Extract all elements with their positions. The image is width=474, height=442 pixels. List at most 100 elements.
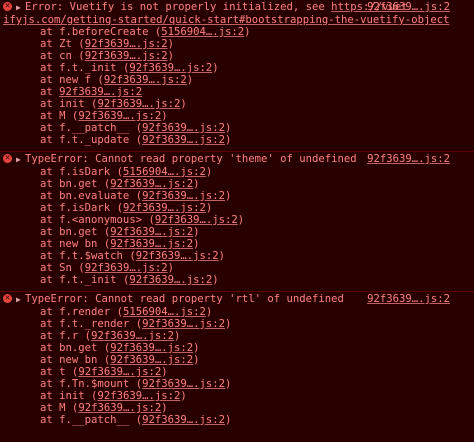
stack-frame-location-link[interactable]: 92f3639….js:2: [142, 190, 225, 202]
stack-frame-location-link[interactable]: 92f3639….js:2: [85, 50, 168, 62]
error-message: ▶ TypeError: Cannot read property 'theme'…: [16, 153, 468, 166]
expand-triangle-icon[interactable]: ▶: [16, 2, 25, 14]
stack-frame: at f.beforeCreate (5156904….js:2): [40, 26, 251, 38]
stack-frame-location-link[interactable]: 92f3639….js:2: [85, 38, 168, 50]
stack-frame-location-link[interactable]: 92f3639….js:2: [110, 342, 193, 354]
stack-frame-at: at: [40, 226, 53, 238]
stack-frame: at f.t._init (92f3639….js:2): [40, 62, 219, 74]
stack-frame-at: at: [40, 62, 53, 74]
stack-frame: at 92f3639….js:2: [16, 86, 468, 98]
stack-frame: at f.t.$watch (92f3639….js:2): [40, 250, 226, 262]
stack-frame-location-link[interactable]: 92f3639….js:2: [110, 238, 193, 250]
stack-frame-location-link[interactable]: 92f3639….js:2: [129, 274, 212, 286]
stack-frame-location-link[interactable]: 92f3639….js:2: [129, 62, 212, 74]
stack-frame-at: at: [40, 178, 53, 190]
stack-frame: at f.<anonymous> (92f3639….js:2): [40, 214, 245, 226]
stack-frame-function: Zt: [59, 38, 72, 50]
error-icon: ✕: [3, 2, 12, 11]
docs-link-continuation: ifyjs.com/getting-started/quick-start#bo…: [3, 14, 468, 26]
stack-frame: at new f (92f3639….js:2): [40, 74, 194, 86]
stack-frame-location-link[interactable]: 5156904….js:2: [161, 26, 244, 38]
stack-frame-location-link[interactable]: 92f3639….js:2: [91, 330, 174, 342]
stack-frame-location-link[interactable]: 92f3639….js:2: [97, 390, 180, 402]
stack-frame-location-link[interactable]: 92f3639….js:2: [78, 402, 161, 414]
error-message-text: TypeError: Cannot read property 'theme' …: [25, 153, 357, 165]
stack-frame-at: at: [40, 98, 53, 110]
stack-frame-location-link[interactable]: 92f3639….js:2: [104, 74, 187, 86]
stack-frame-function: f.t.$watch: [59, 250, 123, 262]
stack-frame-function: cn: [59, 50, 72, 62]
stack-frame-function: f.__patch__: [59, 414, 130, 426]
stack-frame: at M (92f3639….js:2): [40, 402, 168, 414]
stack-frame-at: at: [40, 318, 53, 330]
stack-frame: at bn.get (92f3639….js:2): [40, 178, 200, 190]
stack-frame-function: f.isDark: [59, 202, 111, 214]
stack-frame-at: at: [40, 342, 53, 354]
stack-frame-at: at: [40, 86, 53, 98]
stack-frame-location-link[interactable]: 92f3639….js:2: [136, 250, 219, 262]
stack-frame-location-link[interactable]: 92f3639….js:2: [78, 110, 161, 122]
stack-frame-location-link[interactable]: 92f3639….js:2: [142, 414, 225, 426]
stack-frame-at: at: [40, 354, 53, 366]
stack-frame-function: bn.get: [59, 178, 98, 190]
stack-frame-function: new bn: [59, 238, 98, 250]
stack-frame: at init (92f3639….js:2): [40, 390, 187, 402]
stack-frame-location-link[interactable]: 92f3639….js:2: [85, 262, 168, 274]
stack-frame-at: at: [40, 134, 53, 146]
stack-frame: at f.isDark (5156904….js:2): [40, 166, 213, 178]
source-location-link[interactable]: 92f3639….js:2: [367, 153, 450, 165]
stack-frame-location-link[interactable]: 92f3639….js:2: [155, 214, 238, 226]
console-error-entry: ✕ ▶ TypeError: Cannot read property 'theme…: [0, 151, 474, 291]
stack-frame-location-link[interactable]: 92f3639….js:2: [78, 366, 161, 378]
stack-frame: at f.Tn.$mount (92f3639….js:2): [40, 378, 232, 390]
stack-frame: at Sn (92f3639….js:2): [40, 262, 174, 274]
expand-triangle-icon[interactable]: ▶: [16, 294, 25, 306]
stack-frame-location-link[interactable]: 92f3639….js:2: [110, 226, 193, 238]
stack-frame: at init (92f3639….js:2): [40, 98, 187, 110]
stack-frame-location-link[interactable]: 5156904….js:2: [123, 166, 206, 178]
stack-frame: at f.render (5156904….js:2): [40, 306, 213, 318]
stack-frame-function: f.isDark: [59, 166, 111, 178]
stack-frame-function: f.beforeCreate: [59, 26, 149, 38]
error-message: ▶ Error: Vuetify is not properly initiali…: [16, 1, 468, 14]
stack-frame-location-link[interactable]: 5156904….js:2: [123, 306, 206, 318]
source-location-link[interactable]: 92f3639….js:2: [367, 1, 450, 13]
stack-frame-function: init: [59, 390, 85, 402]
stack-frame-at: at: [40, 330, 53, 342]
stack-frame: at f.__patch__ (92f3639….js:2): [40, 122, 232, 134]
error-message-text: TypeError: Cannot read property 'rtl' of…: [25, 293, 344, 305]
stack-frame-function: f.<anonymous>: [59, 214, 143, 226]
stack-frame-function: f.t._update: [59, 134, 130, 146]
stack-frame-location-link[interactable]: 92f3639….js:2: [123, 202, 206, 214]
stack-frame: at bn.evaluate (92f3639….js:2): [40, 190, 232, 202]
stack-frame-location-link[interactable]: 92f3639….js:2: [110, 178, 193, 190]
stack-frame-at: at: [40, 190, 53, 202]
stack-frame-location-link[interactable]: 92f3639….js:2: [59, 86, 142, 98]
console-error-entry: ✕ ▶ TypeError: Cannot read property 'rtl' …: [0, 291, 474, 431]
stack-frame-location-link[interactable]: 92f3639….js:2: [110, 354, 193, 366]
stack-frame-function: new bn: [59, 354, 98, 366]
stack-frame-at: at: [40, 214, 53, 226]
stack-frame-function: bn.get: [59, 342, 98, 354]
stack-frame: at t (92f3639….js:2): [40, 366, 168, 378]
stack-frame: at bn.get (92f3639….js:2): [40, 342, 200, 354]
error-icon: ✕: [3, 154, 12, 163]
stack-frame-function: f.r: [59, 330, 79, 342]
stack-frame-function: f.__patch__: [59, 122, 130, 134]
docs-link[interactable]: ifyjs.com/getting-started/quick-start#bo…: [3, 14, 449, 26]
stack-frame-location-link[interactable]: 92f3639….js:2: [142, 318, 225, 330]
stack-frame-location-link[interactable]: 92f3639….js:2: [142, 378, 225, 390]
source-location-link[interactable]: 92f3639….js:2: [367, 293, 450, 305]
expand-triangle-icon[interactable]: ▶: [16, 154, 25, 166]
stack-frame-function: f.render: [59, 306, 111, 318]
stack-frame-at: at: [40, 250, 53, 262]
stack-frame-location-link[interactable]: 92f3639….js:2: [142, 122, 225, 134]
stack-frame-at: at: [40, 202, 53, 214]
stack-frame: at M (92f3639….js:2): [40, 110, 168, 122]
stack-frame-location-link[interactable]: 92f3639….js:2: [97, 98, 180, 110]
error-message-text: Error: Vuetify is not properly initializ…: [25, 1, 332, 13]
stack-frame-function: f.t._init: [59, 274, 117, 286]
error-icon: ✕: [3, 294, 12, 303]
stack-frame-function: Sn: [59, 262, 72, 274]
stack-frame-location-link[interactable]: 92f3639….js:2: [142, 134, 225, 146]
